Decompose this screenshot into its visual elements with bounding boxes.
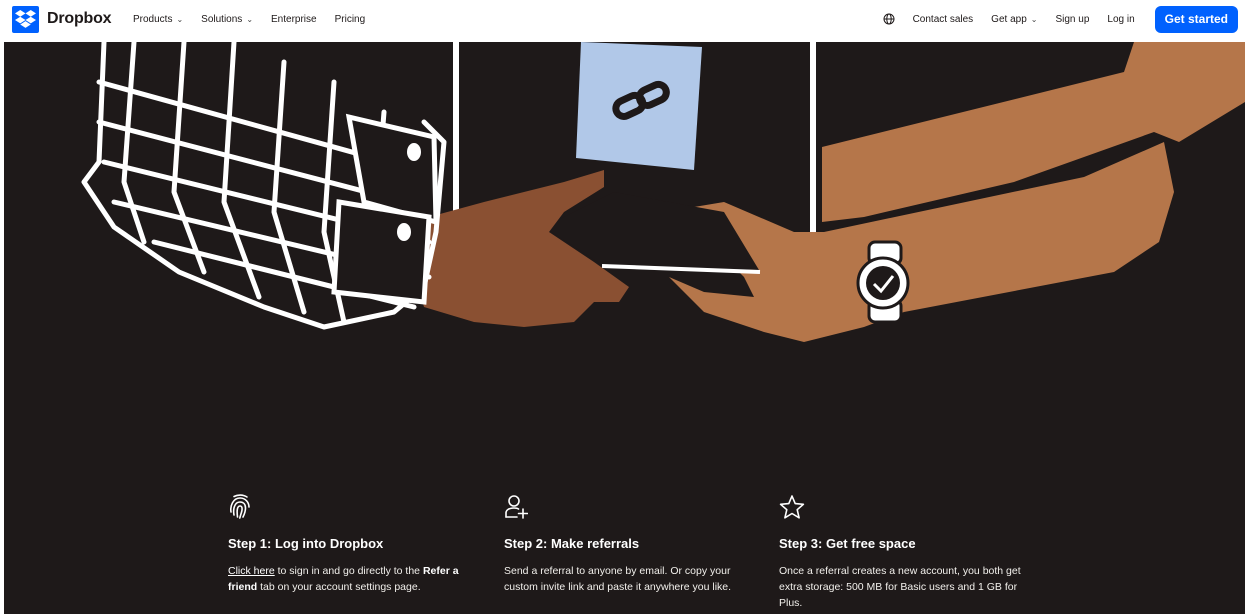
chevron-down-icon: ⌄ <box>176 14 184 24</box>
step-1-text-b: tab on your account settings page. <box>257 581 421 593</box>
chevron-down-icon: ⌄ <box>246 14 254 24</box>
nav-solutions[interactable]: Solutions ⌄ <box>201 14 253 25</box>
chevron-down-icon: ⌄ <box>1030 14 1038 24</box>
nav-log-in[interactable]: Log in <box>1107 14 1134 25</box>
brand-name: Dropbox <box>47 10 112 27</box>
language-selector[interactable] <box>883 13 895 25</box>
dropbox-logo-icon <box>12 5 39 33</box>
nav-get-app[interactable]: Get app ⌄ <box>991 14 1037 25</box>
click-here-link[interactable]: Click here <box>228 565 275 577</box>
nav-contact-sales[interactable]: Contact sales <box>913 14 974 25</box>
step-3-title: Step 3: Get free space <box>779 536 916 551</box>
step-2: Step 2: Make referrals Send a referral t… <box>504 494 754 595</box>
globe-icon <box>883 13 895 25</box>
nav-get-app-label: Get app <box>991 13 1027 25</box>
top-navigation: Dropbox Products ⌄ Solutions ⌄ Enterpris… <box>0 0 1250 42</box>
fingerprint-icon <box>230 494 250 519</box>
step-2-text: Send a referral to anyone by email. Or c… <box>504 565 732 593</box>
hands-sharing-link-card-illustration <box>81 42 1245 342</box>
dropbox-logo[interactable]: Dropbox <box>12 5 112 33</box>
nav-sign-up[interactable]: Sign up <box>1055 14 1089 25</box>
step-1: Step 1: Log into Dropbox Click here to s… <box>228 494 478 595</box>
step-1-title: Step 1: Log into Dropbox <box>228 536 384 551</box>
step-3: Step 3: Get free space Once a referral c… <box>779 494 1029 611</box>
get-started-button[interactable]: Get started <box>1154 5 1238 33</box>
step-3-text: Once a referral creates a new account, y… <box>779 565 1021 609</box>
add-user-icon <box>505 495 528 519</box>
step-1-text: Click here to sign in and go directly to… <box>228 563 478 595</box>
nav-pricing[interactable]: Pricing <box>335 14 366 25</box>
hero-section: Step 1: Log into Dropbox Click here to s… <box>4 42 1245 614</box>
step-1-text-a: to sign in and go directly to the <box>274 565 423 577</box>
nav-enterprise[interactable]: Enterprise <box>271 14 317 25</box>
star-icon <box>779 495 805 519</box>
nav-solutions-label: Solutions <box>201 13 243 25</box>
nav-products-label: Products <box>133 13 173 25</box>
nav-products[interactable]: Products ⌄ <box>133 14 183 25</box>
step-2-title: Step 2: Make referrals <box>504 536 640 551</box>
